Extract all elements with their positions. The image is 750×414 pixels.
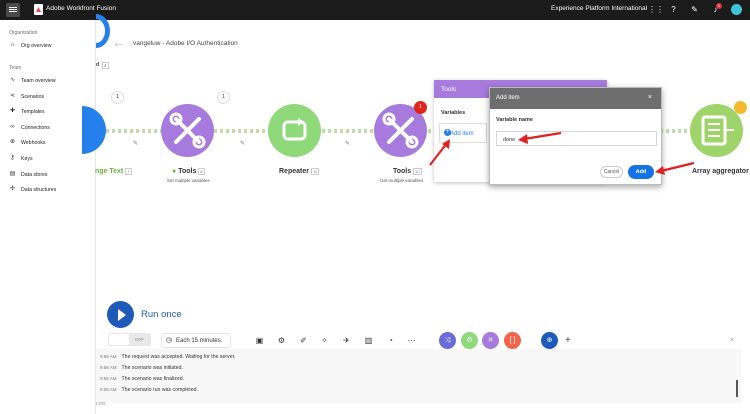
sidebar: Organization ⌂ Org overview Team ∿ Team ov… [0,20,96,414]
annotation-arrow [518,131,562,144]
add-button[interactable]: Add [628,165,654,179]
scheduling-toggle[interactable]: OFF [108,333,151,346]
notes-icon[interactable]: ✐ [298,335,309,346]
log-label: LOG [96,401,106,406]
module-label-change-text: nge Text 7 [95,168,132,175]
back-arrow-icon[interactable]: ← [112,34,126,50]
module-sub-tools-2: Get multiple variables [380,178,424,183]
run-once-button[interactable] [107,301,134,328]
share-icon: ⋖ [9,93,16,99]
log-row: 9:56 AM The scenario was finalized. [100,375,185,382]
repeat-icon [282,118,307,141]
filter-wrench-icon[interactable]: ✎ [133,140,138,147]
warning-badge [734,101,747,114]
notification-badge: 1 [716,3,722,9]
scenario-title: vangeluw - Adobe I/O Authentication [133,40,238,47]
connector-line [322,129,374,133]
sidebar-item-data-stores[interactable]: ▤ Data stores [9,170,48,179]
variables-label: Variables [441,110,466,116]
org-switcher[interactable]: Experience Platform International [551,5,647,12]
more-icon[interactable]: ⋯ [406,335,417,346]
sidebar-item-webhooks[interactable]: ⊕ Webhooks [9,138,45,147]
structure-icon: ✣ [9,186,16,192]
connector-line [660,129,690,133]
sidebar-section-team: Team [9,65,22,71]
connector-line [106,129,161,133]
sidebar-item-data-structures[interactable]: ✣ Data structures [9,185,56,194]
link-icon: ∞ [10,124,15,130]
module-tools-set-variables[interactable] [161,104,214,157]
operation-bubble[interactable]: 1 [217,91,230,104]
puzzle-icon: ✚ [9,108,16,114]
help-icon[interactable]: ? [668,4,679,15]
sidebar-item-scenarios[interactable]: ⋖ Scenarios [9,92,44,101]
module-repeater[interactable] [268,104,321,157]
annotation-arrow [429,139,450,166]
add-module-icon[interactable]: + [565,335,571,346]
sidebar-section-organization: Organization [9,30,38,36]
text-parser-icon[interactable]: [ ] [504,332,521,349]
log-row: 9:56 AM The scenario run was completed. [100,386,198,393]
module-label-tools: ● Tools 8 [172,168,205,175]
module-sub-tools: Set multiple variables [167,178,210,183]
filter-wrench-icon[interactable]: ✎ [345,140,350,147]
tools-green-icon[interactable]: ⚙ [461,332,478,349]
gear-icon[interactable]: ⚙ [276,335,287,346]
briefcase-icon[interactable]: ▥ [363,335,374,346]
schedule-setting[interactable]: Each 15 minutes. [161,333,231,348]
adobe-logo-icon [34,4,43,15]
flow-control-icon[interactable]: ⤨ [439,332,456,349]
menu-icon[interactable] [6,3,20,17]
product-name: Adobe Workfront Fusion [46,5,116,12]
module-label-array-aggregator: Array aggregator [692,168,749,175]
cancel-button[interactable]: Cancel [600,166,623,178]
http-globe-icon[interactable]: ⊕ [541,332,558,349]
variable-name-label: Variable name [496,117,533,123]
sidebar-item-templates[interactable]: ✚ Templates [9,107,45,116]
run-once-label[interactable]: Run once [141,309,182,320]
airplane-icon[interactable]: ✈ [341,335,352,346]
filter-wrench-icon[interactable]: ✎ [240,140,245,147]
chart-icon: ∿ [9,77,16,83]
save-icon[interactable]: ▣ [254,335,265,346]
key-icon: ⚷ [10,155,15,161]
sidebar-item-keys[interactable]: ⚷ Keys [9,154,32,163]
operation-bubble[interactable]: 1 [111,91,124,104]
close-icon[interactable]: × [648,94,652,101]
tools-purple-icon[interactable]: ✕ [482,332,499,349]
magic-wand-icon[interactable]: ✧ [319,335,330,346]
top-bar: Adobe Workfront Fusion Experience Platfo… [0,0,750,20]
gauge-icon[interactable]: ◔ [385,335,396,346]
avatar[interactable] [731,4,742,15]
database-icon: ▤ [9,171,16,177]
scenario-tag: d [96,62,100,68]
dialog-title: Add item [490,88,661,109]
globe-icon: ⊕ [9,139,16,145]
scenario-tag-count: 4 [102,62,109,69]
log-scrollbar[interactable] [736,380,738,397]
error-badge: 1 [414,101,427,114]
connector-line [214,129,270,133]
home-icon: ⌂ [10,42,15,48]
sidebar-item-team-overview[interactable]: ∿ Team overview [9,76,56,85]
tools-icon [169,112,206,149]
annotation-arrow [655,161,695,175]
feedback-icon[interactable]: ✎ [689,4,700,15]
close-log-icon[interactable]: × [730,337,734,344]
log-row: 9:56 AM The request was accepted. Waiting… [100,353,236,360]
module-label-tools-2: Tools 12 [393,168,422,175]
log-row: 9:56 AM The scenario was initiated. [100,364,183,371]
module-label-repeater: Repeater 11 [279,168,320,175]
sidebar-item-org-overview[interactable]: ⌂ Org overview [9,41,52,50]
apps-grid-icon[interactable]: ⋮⋮ [648,4,664,15]
sidebar-item-connections[interactable]: ∞ Connections [9,123,49,132]
